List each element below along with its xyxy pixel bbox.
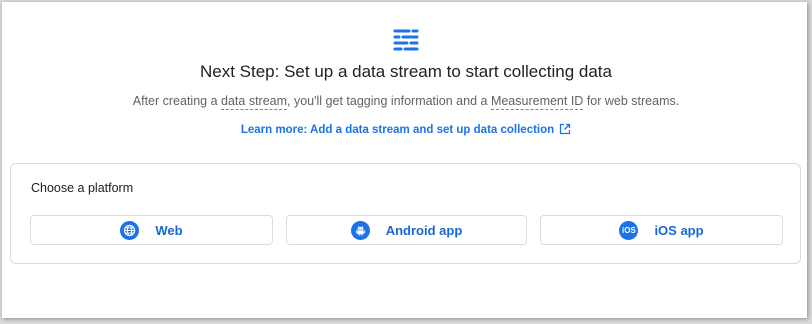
ios-icon: iOS	[619, 220, 639, 240]
android-icon	[350, 220, 370, 240]
data-stream-icon	[393, 29, 419, 51]
learn-more-label: Learn more: Add a data stream and set up…	[240, 124, 555, 136]
learn-more-link[interactable]: Learn more: Add a data stream and set up…	[240, 123, 571, 136]
learn-more-row: Learn more: Add a data stream and set up…	[0, 123, 812, 136]
ios-platform-button[interactable]: iOS iOS app	[540, 215, 783, 245]
subtitle-text-2: , you'll get tagging information and a	[287, 94, 491, 108]
page-title: Next Step: Set up a data stream to start…	[199, 62, 612, 81]
open-in-new-icon	[560, 123, 571, 135]
android-platform-button[interactable]: Android app	[286, 215, 527, 245]
subtitle-text-3: for web streams.	[583, 94, 680, 108]
subtitle-text-1: After creating a	[132, 94, 222, 108]
measurement-id-term[interactable]: Measurement ID	[490, 94, 584, 110]
globe-icon	[120, 220, 140, 240]
android-platform-label: Android app	[385, 222, 463, 238]
data-stream-term[interactable]: data stream	[221, 94, 288, 110]
web-platform-label: Web	[155, 222, 183, 238]
web-platform-button[interactable]: Web	[30, 215, 273, 245]
ios-icon-text: iOS	[622, 225, 636, 235]
platform-panel: Choose a platform Web Android app iOS iO…	[10, 163, 801, 264]
ios-platform-label: iOS app	[654, 222, 704, 238]
choose-platform-heading: Choose a platform	[31, 181, 134, 195]
page-subtitle: After creating a data stream, you'll get…	[0, 94, 812, 110]
